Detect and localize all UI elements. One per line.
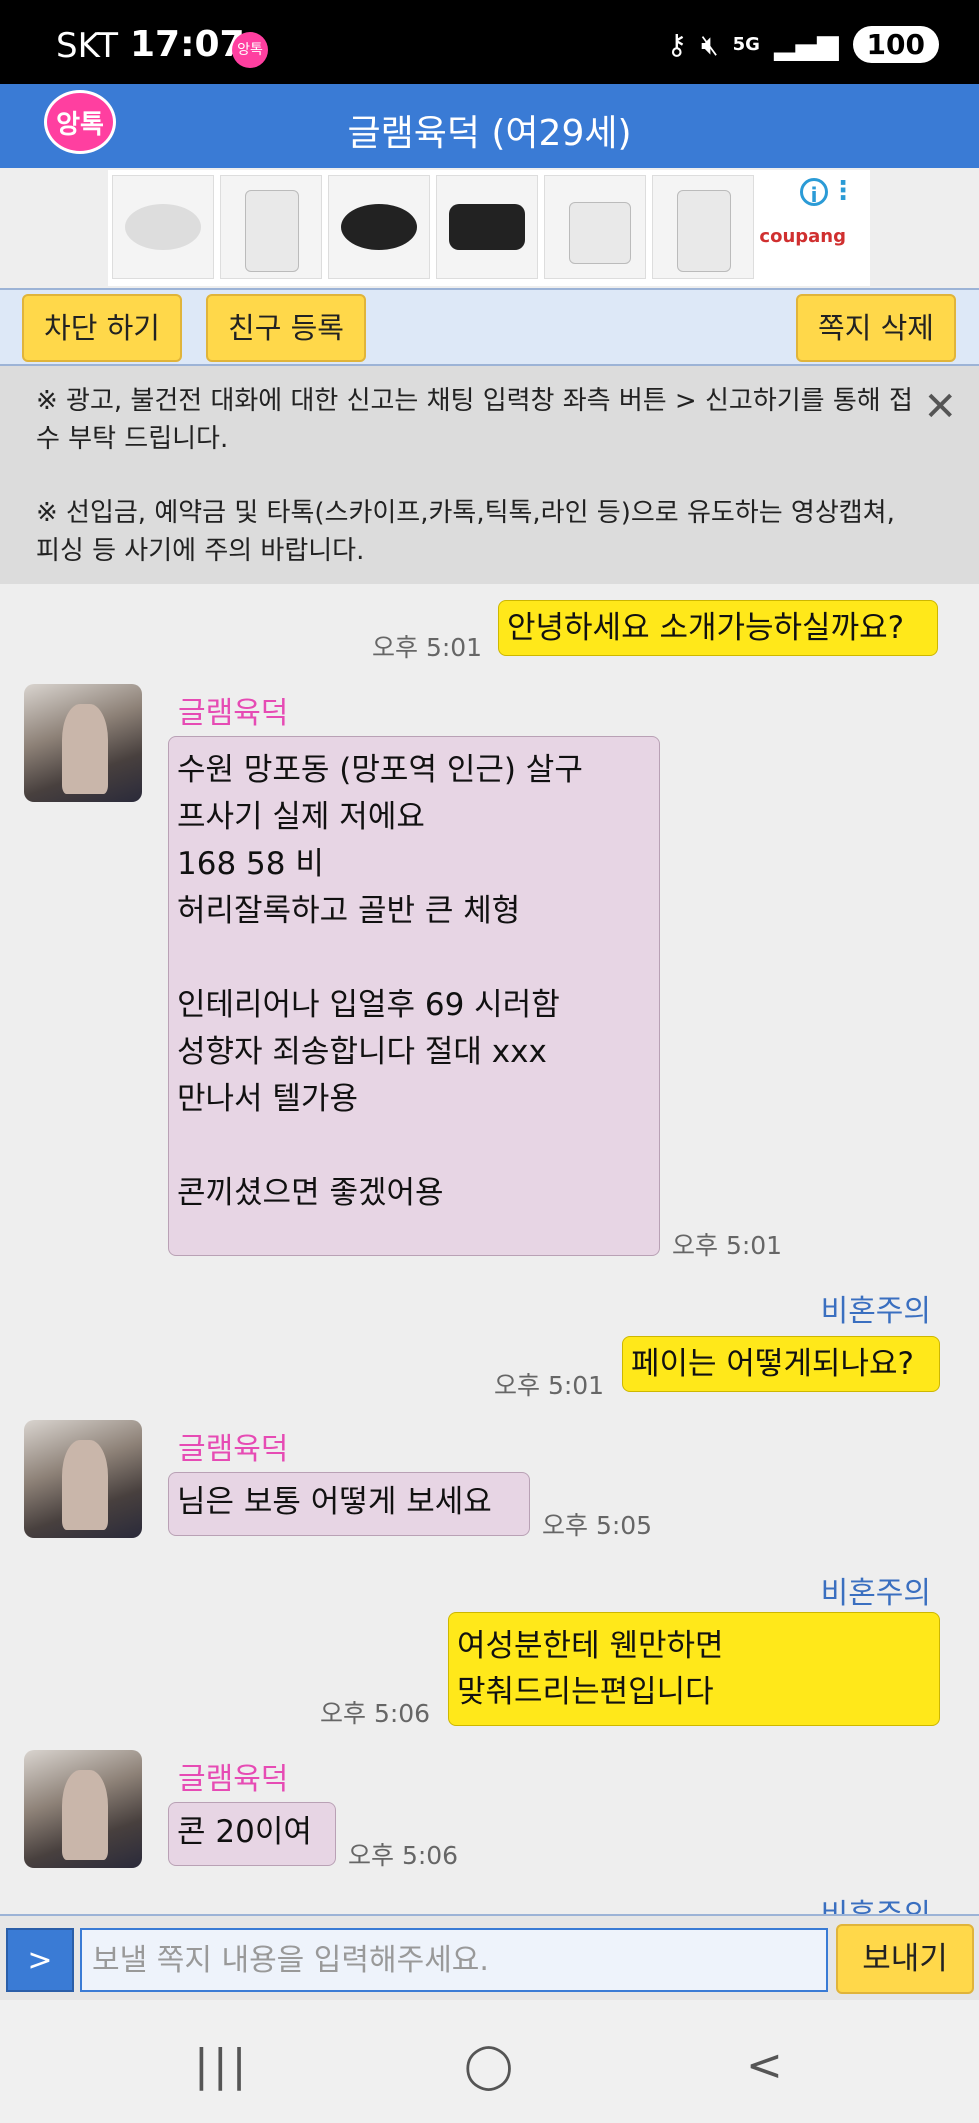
sender-name: 글램육덕 bbox=[178, 1762, 289, 1797]
network-type-label: 5G bbox=[732, 34, 760, 55]
clock: 17:07 bbox=[130, 24, 245, 65]
message-time: 오후 5:06 bbox=[320, 1699, 431, 1728]
status-icons: ⚷ 🔇︎ 5G ▂▄▆ 100 bbox=[666, 26, 939, 63]
notice-fraud-text: ※ 선입금, 예약금 및 타톡(스카이프,카톡,틱톡,라인 등)으로 유도하는 … bbox=[36, 498, 895, 566]
safety-notice: ※ 광고, 불건전 대화에 대한 신고는 채팅 입력창 좌측 버튼 > 신고하기… bbox=[0, 366, 979, 584]
my-sender-name: 비혼주의 bbox=[820, 1294, 931, 1329]
my-message-bubble[interactable]: 페이는 어떻게되나요? bbox=[622, 1336, 940, 1392]
message-text-line: 맞춰드리는편입니다 bbox=[457, 1674, 714, 1710]
message-input-bar: > 보내기 bbox=[0, 1914, 979, 2000]
robot-vacuum-image bbox=[341, 204, 417, 250]
other-message-bubble[interactable]: 수원 망포동 (망포역 인근) 살구 프사기 실제 저에요 168 58 비 허… bbox=[168, 736, 660, 1256]
signal-icon: ▂▄▆ bbox=[773, 28, 839, 61]
other-message-bubble[interactable]: 콘 20이여 bbox=[168, 1802, 336, 1866]
delete-note-button[interactable]: 쪽지 삭제 bbox=[796, 294, 956, 362]
other-message-bubble[interactable]: 님은 보통 어떻게 보세요 bbox=[168, 1472, 530, 1536]
avatar[interactable] bbox=[24, 1420, 142, 1538]
close-icon[interactable]: ✕ bbox=[923, 384, 957, 430]
page-title: 글램육덕 (여29세) bbox=[347, 113, 632, 154]
block-button[interactable]: 차단 하기 bbox=[22, 294, 182, 362]
avatar[interactable] bbox=[24, 1750, 142, 1868]
app-header: 앙톡 글램육덕 (여29세) bbox=[0, 84, 979, 168]
more-options-button[interactable]: > bbox=[6, 1928, 74, 1992]
ad-product-thumb[interactable] bbox=[112, 175, 214, 279]
ad-info-icon[interactable]: i bbox=[800, 178, 828, 207]
sender-name: 글램육덕 bbox=[178, 1432, 289, 1467]
mute-icon: 🔇︎ bbox=[700, 27, 719, 61]
system-nav-bar: ||| ◯ < bbox=[0, 2000, 979, 2123]
battery-indicator: 100 bbox=[852, 26, 939, 63]
my-message-bubble[interactable]: 여성분한테 웬만하면 맞춰드리는편입니다 bbox=[448, 1612, 940, 1726]
robot-vacuum-image bbox=[449, 204, 525, 250]
key-icon: ⚷ bbox=[666, 28, 687, 61]
home-icon[interactable]: ◯ bbox=[464, 2040, 513, 2091]
message-time: 오후 5:01 bbox=[372, 633, 483, 662]
send-button[interactable]: 보내기 bbox=[836, 1924, 974, 1994]
ad-banner[interactable]: i ⋮ coupang bbox=[108, 170, 870, 286]
ad-product-thumb[interactable] bbox=[544, 175, 646, 279]
status-bar: SKT 17:07 앙톡 ⚷ 🔇︎ 5G ▂▄▆ 100 bbox=[0, 0, 979, 84]
ad-product-thumb[interactable] bbox=[328, 175, 430, 279]
robot-vacuum-station-image bbox=[677, 190, 731, 272]
my-sender-name: 비혼주의 bbox=[820, 1576, 931, 1611]
avatar[interactable] bbox=[24, 684, 142, 802]
carrier-label: SKT bbox=[56, 26, 119, 66]
sender-name: 글램육덕 bbox=[178, 696, 289, 731]
ad-product-thumb[interactable] bbox=[436, 175, 538, 279]
ad-menu-icon[interactable]: ⋮ bbox=[830, 176, 856, 206]
ad-product-thumb[interactable] bbox=[652, 175, 754, 279]
recent-apps-icon[interactable]: ||| bbox=[194, 2040, 250, 2091]
ad-product-thumb[interactable] bbox=[220, 175, 322, 279]
robot-vacuum-station-image bbox=[245, 190, 299, 272]
message-time: 오후 5:05 bbox=[542, 1511, 653, 1540]
robot-vacuum-image bbox=[125, 204, 201, 250]
app-notification-icon: 앙톡 bbox=[232, 32, 268, 68]
message-input[interactable] bbox=[80, 1928, 828, 1992]
message-time: 오후 5:01 bbox=[494, 1371, 605, 1400]
my-message-bubble[interactable]: 안녕하세요 소개가능하실까요? bbox=[498, 600, 938, 656]
action-bar: 차단 하기 친구 등록 쪽지 삭제 bbox=[0, 288, 979, 366]
message-time: 오후 5:06 bbox=[348, 1841, 459, 1870]
notice-report-text: ※ 광고, 불건전 대화에 대한 신고는 채팅 입력창 좌측 버튼 > 신고하기… bbox=[36, 386, 913, 454]
message-time: 오후 5:01 bbox=[672, 1231, 783, 1260]
ad-brand-label: coupang bbox=[759, 226, 846, 247]
back-icon[interactable]: < bbox=[746, 2040, 783, 2091]
add-friend-button[interactable]: 친구 등록 bbox=[206, 294, 366, 362]
robot-vacuum-station-image bbox=[569, 202, 631, 264]
message-text-line: 여성분한테 웬만하면 bbox=[457, 1628, 724, 1664]
